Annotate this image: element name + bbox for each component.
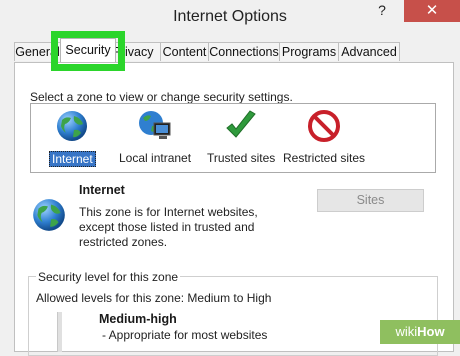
help-button[interactable]: ? xyxy=(372,0,392,22)
watermark-text-a: wiki xyxy=(395,324,418,339)
zone-label-local-intranet: Local intranet xyxy=(119,151,192,165)
security-level-name: Medium-high xyxy=(99,312,177,326)
sites-button[interactable]: Sites xyxy=(317,189,424,212)
globe-icon xyxy=(57,111,88,141)
zone-label-internet: Internet xyxy=(49,151,96,167)
zone-label-trusted-sites: Trusted sites xyxy=(207,151,276,165)
zone-restricted-sites[interactable]: Restricted sites xyxy=(283,108,365,165)
tab-programs[interactable]: Programs xyxy=(279,42,339,61)
checkmark-icon xyxy=(226,110,256,138)
wikihow-watermark: wikiHow xyxy=(380,320,460,344)
globe-monitor-icon xyxy=(139,111,171,139)
zone-trusted-sites[interactable]: Trusted sites xyxy=(207,108,275,165)
no-entry-icon xyxy=(308,110,341,142)
internet-zone-globe-icon xyxy=(33,199,65,231)
zone-detail-title: Internet xyxy=(79,183,125,197)
zone-list: Internet Local intranet Trusted sites Re… xyxy=(30,103,436,173)
tab-connections[interactable]: Connections xyxy=(208,42,280,61)
watermark-text-b: How xyxy=(417,324,445,339)
close-button[interactable]: ✕ xyxy=(404,0,460,22)
zone-label-restricted-sites: Restricted sites xyxy=(283,151,366,165)
zone-prompt: Select a zone to view or change security… xyxy=(30,90,293,104)
security-level-slider[interactable] xyxy=(57,312,62,352)
security-level-legend: Security level for this zone xyxy=(36,270,181,284)
tab-content[interactable]: Content xyxy=(160,42,209,61)
zone-local-intranet[interactable]: Local intranet xyxy=(119,108,191,165)
allowed-levels-text: Allowed levels for this zone: Medium to … xyxy=(36,291,272,305)
zone-internet[interactable]: Internet xyxy=(49,108,96,167)
tab-advanced[interactable]: Advanced xyxy=(338,42,400,61)
security-level-description: - Appropriate for most websites xyxy=(102,328,268,342)
zone-detail-description: This zone is for Internet websites, exce… xyxy=(79,205,258,249)
tab-highlight-box xyxy=(51,31,125,71)
security-level-group xyxy=(28,276,438,356)
